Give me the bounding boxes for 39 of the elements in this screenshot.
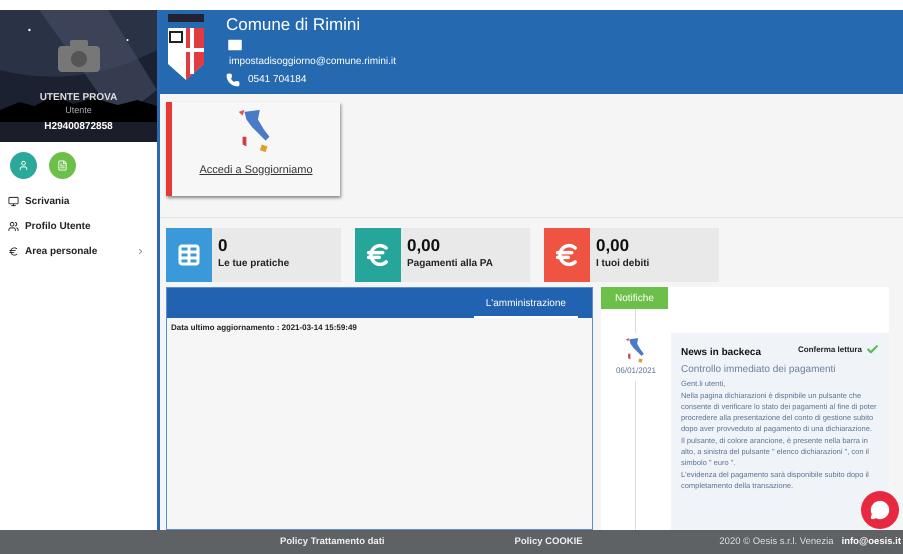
footer-email-link[interactable]: info@oesis.it	[842, 534, 901, 550]
nav-item[interactable]: Profilo Utente	[0, 218, 157, 234]
stat-label: Pagamenti alla PA	[407, 257, 493, 271]
desktop-icon	[8, 196, 19, 206]
user-icon	[18, 160, 29, 171]
chevron-icon	[136, 246, 145, 256]
email-text: impostadisoggiorno@comune.rimini.it	[229, 55, 396, 69]
copyright-text: 2020 © Oesis s.r.l. Venezia	[719, 534, 834, 549]
users-icon	[8, 220, 19, 232]
nav-item[interactable]: Area personale	[0, 243, 157, 259]
last-update-text: Data ultimo aggiornamento : 2021-03-14 15:59:49	[170, 322, 358, 334]
tab[interactable]: L'amministrazione	[474, 296, 578, 318]
municipality-title: Comune di Rimini	[226, 14, 362, 36]
footer-link[interactable]: Policy Trattamento dati	[280, 534, 385, 550]
euro-icon	[8, 246, 19, 256]
nav-item[interactable]: Scrivania	[0, 193, 157, 209]
soggiorniamo-card[interactable]: Accedi a Soggiorniamo	[166, 102, 340, 196]
stat-value: 0,00	[596, 236, 630, 256]
news-subtitle: Controllo immediato dei pagamenti	[681, 363, 837, 377]
document-icon	[57, 160, 68, 171]
footer-link[interactable]: Policy COOKIE	[514, 534, 583, 550]
user-code: H29400872858	[44, 120, 113, 134]
phone-icon	[226, 72, 240, 86]
user-name: UTENTE PROVA	[40, 91, 118, 105]
stat-label: I tuoi debiti	[596, 257, 650, 271]
stat-value: 0	[218, 236, 228, 256]
documents-button[interactable]	[49, 152, 76, 179]
confirm-read-button[interactable]: Conferma lettura	[798, 343, 879, 356]
profile-button[interactable]	[10, 152, 37, 179]
notification-date: 06/01/2021	[616, 365, 656, 377]
user-role: Utente	[65, 105, 92, 115]
chat-icon	[870, 500, 890, 520]
phone-text: 0541 704184	[248, 73, 306, 87]
camera-icon	[58, 40, 100, 72]
check-icon	[866, 343, 879, 356]
stat-label: Le tue pratiche	[218, 257, 290, 271]
table-icon	[177, 243, 201, 267]
stat-value: 0,00	[407, 236, 442, 256]
news-title: News in backeca	[681, 346, 762, 360]
